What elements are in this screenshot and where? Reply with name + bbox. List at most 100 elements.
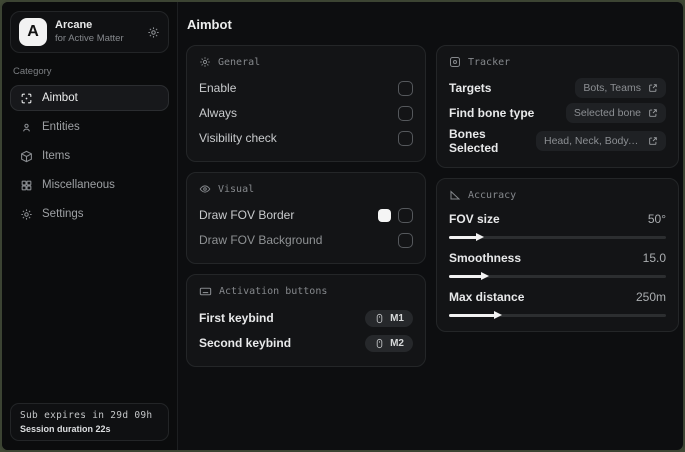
sidebar-item-label: Aimbot <box>42 92 78 104</box>
app-logo: A <box>19 18 47 46</box>
brand-card: A Arcane for Active Matter <box>10 11 169 53</box>
crosshair-icon <box>20 92 33 105</box>
setting-label: Enable <box>199 81 237 95</box>
fov-size-slider-group: FOV size 50° <box>449 210 666 241</box>
slider-value: 50° <box>647 212 666 226</box>
bones-selected-select[interactable]: Head, Neck, Body, Pe... <box>536 131 666 151</box>
setting-label: Find bone type <box>449 106 535 120</box>
sub-expires-text: Sub expires in 29d 09h <box>20 410 153 421</box>
targets-select[interactable]: Bots, Teams <box>575 78 666 98</box>
sidebar-item-entities[interactable]: Entities <box>10 114 169 140</box>
setting-row-visibility-check: Visibility check <box>199 127 413 149</box>
gear-icon <box>20 208 33 221</box>
slider-thumb[interactable] <box>493 311 502 319</box>
smoothness-slider-group: Smoothness 15.0 <box>449 249 666 280</box>
setting-label: Targets <box>449 81 492 95</box>
keyboard-icon <box>199 285 212 298</box>
always-checkbox[interactable] <box>398 105 413 121</box>
person-scan-icon <box>20 121 33 134</box>
enable-checkbox[interactable] <box>398 80 413 96</box>
draw-fov-background-checkbox[interactable] <box>398 232 413 248</box>
setting-label: Bones Selected <box>449 127 499 155</box>
sidebar-item-label: Miscellaneous <box>42 179 115 191</box>
sidebar-item-aimbot[interactable]: Aimbot <box>10 85 169 111</box>
keybind-value: M2 <box>390 337 404 349</box>
setting-label: Always <box>199 106 238 120</box>
card-title: Tracker <box>468 56 511 68</box>
sidebar-item-label: Entities <box>42 121 80 133</box>
setting-label: Draw FOV Background <box>199 233 323 247</box>
second-keybind-button[interactable]: M2 <box>365 334 413 352</box>
cube-icon <box>20 150 33 163</box>
general-card: General Enable Always Visibility check <box>186 45 426 162</box>
sidebar-nav: Aimbot Entities Items Miscellaneous Sett… <box>10 85 169 227</box>
select-value: Selected bone <box>573 107 641 119</box>
main-content: Aimbot General Enable Always Visibility … <box>178 2 683 450</box>
setting-row-second-keybind: Second keybind M2 <box>199 332 413 354</box>
eye-icon <box>199 183 211 195</box>
sidebar-item-miscellaneous[interactable]: Miscellaneous <box>10 172 169 198</box>
brand-subtitle: for Active Matter <box>55 32 124 44</box>
category-label: Category <box>13 66 52 77</box>
fov-size-slider[interactable] <box>449 233 666 241</box>
card-title: General <box>218 56 261 68</box>
page-title: Aimbot <box>187 17 232 32</box>
brand-name: Arcane <box>55 19 93 32</box>
setting-label: Second keybind <box>199 336 292 350</box>
setting-label: Draw FOV Border <box>199 208 295 222</box>
accuracy-card: Accuracy FOV size 50° Smoothness 15.0 Ma… <box>436 178 679 332</box>
setting-row-find-bone-type: Find bone type Selected bone <box>449 102 666 124</box>
select-value: Bots, Teams <box>583 82 641 94</box>
mouse-icon <box>374 338 385 349</box>
session-duration-text: Session duration 22s <box>20 424 111 434</box>
expand-icon <box>648 136 658 146</box>
tracker-card: Tracker Targets Bots, Teams Find bone ty… <box>436 45 679 168</box>
setting-label: FOV size <box>449 212 500 226</box>
gear-icon[interactable] <box>147 26 160 39</box>
settings-icon <box>199 56 211 68</box>
smoothness-slider[interactable] <box>449 272 666 280</box>
slider-value: 250m <box>635 290 666 304</box>
setting-row-first-keybind: First keybind M1 <box>199 307 413 329</box>
max-distance-slider[interactable] <box>449 311 666 319</box>
setting-label: Smoothness <box>449 251 522 265</box>
app-window: A Arcane for Active Matter Category Aimb… <box>0 0 685 452</box>
brand-text: Arcane for Active Matter <box>55 19 139 45</box>
card-title: Visual <box>218 183 255 195</box>
sidebar-item-label: Items <box>42 150 71 162</box>
subscription-info: Sub expires in 29d 09h Session duration … <box>10 403 169 441</box>
activation-buttons-card: Activation buttons First keybind M1 Seco… <box>186 274 426 367</box>
mouse-icon <box>374 313 385 324</box>
setting-label: Visibility check <box>199 131 277 145</box>
setting-label: Max distance <box>449 290 525 304</box>
draw-fov-border-checkbox[interactable] <box>398 207 413 223</box>
slider-value: 15.0 <box>642 251 666 265</box>
visibility-check-checkbox[interactable] <box>398 130 413 146</box>
fov-border-color-swatch[interactable] <box>378 208 391 222</box>
grid-icon <box>20 179 33 192</box>
card-title: Accuracy <box>468 189 517 201</box>
target-icon <box>449 56 461 68</box>
triangle-ruler-icon <box>449 189 461 201</box>
setting-row-draw-fov-background: Draw FOV Background <box>199 229 413 251</box>
setting-row-targets: Targets Bots, Teams <box>449 77 666 99</box>
slider-thumb[interactable] <box>476 233 485 241</box>
setting-row-always: Always <box>199 102 413 124</box>
keybind-value: M1 <box>390 312 404 324</box>
sidebar-item-items[interactable]: Items <box>10 143 169 169</box>
max-distance-slider-group: Max distance 250m <box>449 288 666 319</box>
setting-row-bones-selected: Bones Selected Head, Neck, Body, Pe... <box>449 127 666 155</box>
setting-row-enable: Enable <box>199 77 413 99</box>
sidebar-item-settings[interactable]: Settings <box>10 201 169 227</box>
slider-thumb[interactable] <box>480 272 489 280</box>
expand-icon <box>648 108 658 118</box>
setting-row-draw-fov-border: Draw FOV Border <box>199 204 413 226</box>
card-title: Activation buttons <box>219 286 328 297</box>
find-bone-type-select[interactable]: Selected bone <box>565 103 666 123</box>
expand-icon <box>648 83 658 93</box>
visual-card: Visual Draw FOV Border Draw FOV Backgrou… <box>186 172 426 264</box>
sidebar: A Arcane for Active Matter Category Aimb… <box>2 2 178 450</box>
setting-label: First keybind <box>199 311 274 325</box>
first-keybind-button[interactable]: M1 <box>365 309 413 327</box>
select-value: Head, Neck, Body, Pe... <box>544 135 641 147</box>
